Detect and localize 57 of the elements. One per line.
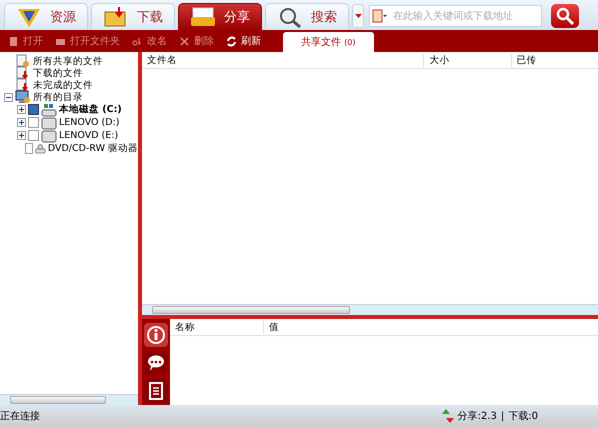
side-button[interactable]	[144, 379, 168, 403]
expand-toggle[interactable]	[17, 118, 26, 127]
column-header[interactable]: 已传	[510, 54, 598, 66]
magnifier-icon	[277, 6, 303, 28]
checkbox[interactable]	[28, 104, 39, 115]
tree-item[interactable]: 下载的文件	[33, 66, 83, 80]
drawer-icon	[190, 6, 216, 28]
tree-item[interactable]: LENOVD (E:)	[59, 130, 118, 141]
collapse-toggle[interactable]	[4, 92, 13, 102]
tree-item[interactable]: 所有共享的文件	[33, 54, 103, 68]
tree-item[interactable]: 所有的目录	[33, 90, 83, 104]
dropdown-button[interactable]	[352, 4, 364, 28]
column-header[interactable]: 名称	[170, 320, 264, 334]
share-speed: 分享:2.3	[458, 410, 497, 423]
refresh-icon	[226, 36, 237, 46]
hard-drive-icon	[41, 102, 57, 116]
separator: |	[500, 410, 504, 422]
side-button[interactable]	[144, 351, 168, 375]
expand-toggle[interactable]	[17, 105, 26, 114]
tree-item[interactable]: 未完成的文件	[33, 78, 93, 92]
nav-tab[interactable]: 下载	[91, 3, 175, 30]
nav-tab[interactable]: 分享	[178, 3, 262, 30]
column-header[interactable]: 文件名	[142, 54, 424, 66]
cross-icon	[179, 36, 190, 46]
download-speed: 下载:0	[508, 410, 538, 423]
caret-icon	[354, 14, 362, 18]
column-header[interactable]: 值	[264, 320, 279, 334]
hard-drive-icon	[41, 128, 57, 142]
search-button[interactable]	[551, 4, 579, 28]
status-text: 正在连接	[0, 410, 40, 423]
horizontal-scrollbar[interactable]	[0, 394, 138, 405]
checkbox[interactable]	[25, 143, 34, 154]
horizontal-scrollbar[interactable]	[142, 304, 598, 315]
toolbar-button[interactable]: 刷新	[220, 34, 267, 48]
shield-icon	[16, 6, 42, 28]
checkbox[interactable]	[28, 130, 39, 141]
content-tab[interactable]: 共享文件 (0)	[283, 32, 374, 52]
disc-drive-icon	[35, 142, 46, 156]
tree-item[interactable]: DVD/CD-RW 驱动器	[48, 142, 138, 155]
info-icon	[147, 326, 165, 344]
tree-item[interactable]: 本地磁盘 (C:)	[59, 103, 122, 116]
speech-bubble-icon	[147, 354, 165, 372]
document-icon	[8, 36, 19, 46]
side-button[interactable]	[144, 323, 168, 347]
column-header[interactable]: 大小	[423, 54, 511, 66]
shared-file-icon	[15, 54, 31, 68]
checkbox[interactable]	[28, 117, 39, 128]
hard-drive-icon	[41, 116, 57, 130]
nav-tab[interactable]: 搜索	[265, 3, 349, 30]
transfer-arrows-icon	[442, 409, 454, 423]
expand-toggle[interactable]	[17, 131, 26, 140]
nav-tab[interactable]: 资源	[4, 3, 88, 30]
tree-item[interactable]: LENOVO (D:)	[59, 117, 120, 128]
search-icon	[556, 7, 574, 25]
list-icon	[147, 382, 165, 400]
computer-icon	[15, 90, 31, 104]
text-icon	[132, 36, 143, 46]
